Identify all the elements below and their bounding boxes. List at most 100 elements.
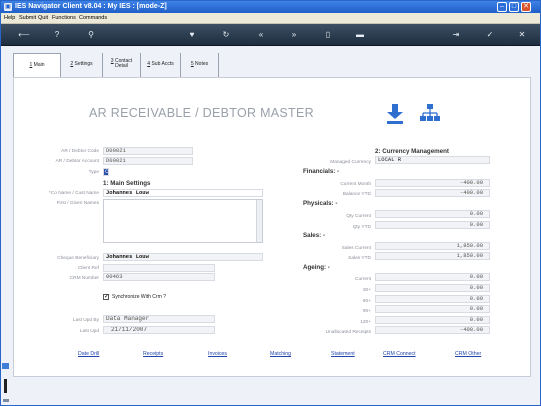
managed-currency-field[interactable]: LOCAL R	[375, 156, 490, 164]
crm-number-label: CRM Number	[69, 276, 99, 281]
ageing-30-field[interactable]: 0.00	[375, 284, 490, 292]
tab-main-label: Main	[33, 62, 45, 68]
statement-link[interactable]: Statement	[331, 351, 355, 357]
ageing-current-label: Current	[355, 277, 371, 282]
close-window-button[interactable]: ✕	[521, 2, 531, 12]
download-icon[interactable]	[386, 103, 404, 125]
main-settings-heading: 1: Main Settings	[103, 180, 151, 187]
last-upd-field[interactable]: 21/11/2007	[103, 326, 215, 334]
org-chart-icon[interactable]	[420, 103, 440, 123]
sales-heading: Sales: -	[303, 232, 326, 239]
current-month-field[interactable]: -400.00	[375, 179, 490, 187]
managed-currency-label: Managed Currency	[330, 160, 371, 165]
toolbar: ⟵ ? ⚲ ♥ ↻ « » ▯ ▬ ⇥ ✓ ✕	[1, 24, 540, 46]
menu-commands[interactable]: Commands	[79, 14, 107, 23]
document-icon[interactable]: ▯	[321, 29, 335, 41]
trash-icon[interactable]: ▬	[353, 29, 367, 41]
ageing-60-label: 60+	[362, 299, 371, 304]
sales-current-field[interactable]: 1,850.00	[375, 242, 490, 250]
last-upd-label: Last Upd	[79, 329, 99, 334]
sync-crm-checkbox[interactable]: ✓	[103, 294, 109, 300]
tab-notes-label: Notes	[195, 61, 209, 67]
physicals-heading: Physicals: -	[303, 200, 338, 207]
exit-icon[interactable]: ⇥	[449, 29, 463, 41]
crm-number-field[interactable]: 00463	[103, 273, 215, 281]
menu-submit[interactable]: Submit	[19, 14, 36, 23]
qty-ytd-label: Qty YTD	[352, 225, 371, 230]
check-icon[interactable]: ✓	[483, 29, 497, 41]
tab-notes[interactable]: 5 Notes	[181, 53, 219, 77]
invoices-link[interactable]: Invoices	[208, 351, 227, 357]
current-month-label: Current Month	[340, 182, 371, 187]
cheque-beneficiary-field[interactable]: Johannes Louw	[103, 253, 263, 261]
tab-subaccts-label: Sub Accts	[151, 61, 174, 67]
refresh-icon[interactable]: ↻	[219, 29, 233, 41]
client-ref-field[interactable]	[103, 264, 215, 272]
tab-sub-accts[interactable]: 4 Sub Accts	[141, 53, 181, 77]
tab-main[interactable]: 1 Main	[13, 53, 61, 77]
sales-ytd-label: Sales YTD	[348, 256, 371, 261]
balance-ytd-label: Balance YTD	[342, 192, 371, 197]
ageing-90-label: 90+	[362, 309, 371, 314]
menu-bar: Help Submit Quit Functions Commands	[1, 13, 540, 24]
menu-quit[interactable]: Quit	[38, 14, 48, 23]
crm-connect-link[interactable]: CRM Connect	[383, 351, 416, 357]
financials-heading: Financials: -	[303, 168, 340, 175]
ageing-heading: Ageing: -	[303, 264, 330, 271]
receipts-link[interactable]: Receipts	[143, 351, 163, 357]
help-icon[interactable]: ?	[50, 29, 64, 41]
tab-contact-detail[interactable]: 3 Contact Detail	[103, 53, 141, 77]
type-field[interactable]: C	[103, 168, 109, 176]
date-drill-link[interactable]: Date Drill	[78, 351, 99, 357]
matching-link[interactable]: Matching	[270, 351, 291, 357]
side-strip-icon	[2, 363, 9, 402]
application-window: ▣ IES Navigator Client v8.04 : My IES : …	[0, 0, 541, 406]
ageing-90-field[interactable]: 0.00	[375, 305, 490, 313]
unallocated-receipts-label: Unallocated Receipts	[325, 330, 371, 335]
ageing-120-field[interactable]: 0.00	[375, 316, 490, 324]
tab-settings-num: 2	[70, 61, 74, 67]
tab-main-num: 1	[29, 62, 33, 68]
tab-settings-label: Settings	[74, 61, 93, 67]
ageing-current-field[interactable]: 0.00	[375, 273, 490, 281]
balance-ytd-field[interactable]: -400.00	[375, 189, 490, 197]
first-names-label: First / Given Names	[56, 201, 99, 206]
unallocated-receipts-field[interactable]: -400.00	[375, 326, 490, 334]
back-arrow-icon[interactable]: ⟵	[13, 29, 35, 41]
last-upd-by-label: Last Upd By	[72, 318, 99, 323]
search-icon[interactable]: ⚲	[84, 29, 98, 41]
qty-ytd-field[interactable]: 0.00	[375, 221, 490, 229]
debtor-code-field[interactable]: D00021	[103, 147, 193, 155]
tab-subaccts-num: 4	[147, 61, 151, 67]
first-names-textarea[interactable]	[103, 199, 263, 243]
rewind-icon[interactable]: «	[254, 29, 268, 41]
debtor-account-field[interactable]: D00021	[103, 157, 193, 165]
app-icon: ▣	[4, 3, 12, 11]
debtor-code-label: AR / Debtor Code	[61, 149, 99, 154]
type-label: Type	[88, 170, 99, 175]
last-upd-by-field[interactable]: Data Manager	[103, 315, 215, 323]
textarea-scrollbar[interactable]	[256, 200, 262, 242]
minimize-button[interactable]: –	[497, 2, 507, 12]
client-ref-label: Client Ref	[77, 266, 99, 271]
close-icon[interactable]: ✕	[515, 29, 529, 41]
crm-other-link[interactable]: CRM Other	[455, 351, 481, 357]
sync-crm-label: Synchronize With Crm ?	[112, 294, 166, 300]
menu-functions[interactable]: Functions	[52, 14, 76, 23]
tab-contact-num: 3	[110, 58, 114, 64]
window-title: IES Navigator Client v8.04 : My IES : [m…	[15, 3, 167, 10]
sales-ytd-field[interactable]: 1,850.00	[375, 252, 490, 260]
maximize-button[interactable]: □	[509, 2, 519, 12]
tab-notes-num: 5	[190, 61, 194, 67]
ageing-120-label: 120+	[360, 320, 371, 325]
co-name-field[interactable]: Johannes Louw	[103, 189, 263, 197]
fast-forward-icon[interactable]: »	[287, 29, 301, 41]
menu-help[interactable]: Help	[4, 14, 15, 23]
tab-settings[interactable]: 2 Settings	[61, 53, 103, 77]
tab-contact-label2: Detail	[115, 63, 128, 69]
ageing-60-field[interactable]: 0.00	[375, 295, 490, 303]
heart-icon[interactable]: ♥	[185, 29, 199, 41]
currency-management-heading: 2: Currency Management	[375, 148, 449, 155]
qty-current-field[interactable]: 0.00	[375, 210, 490, 218]
co-name-label: *Co Name / Cust Name	[48, 191, 99, 196]
